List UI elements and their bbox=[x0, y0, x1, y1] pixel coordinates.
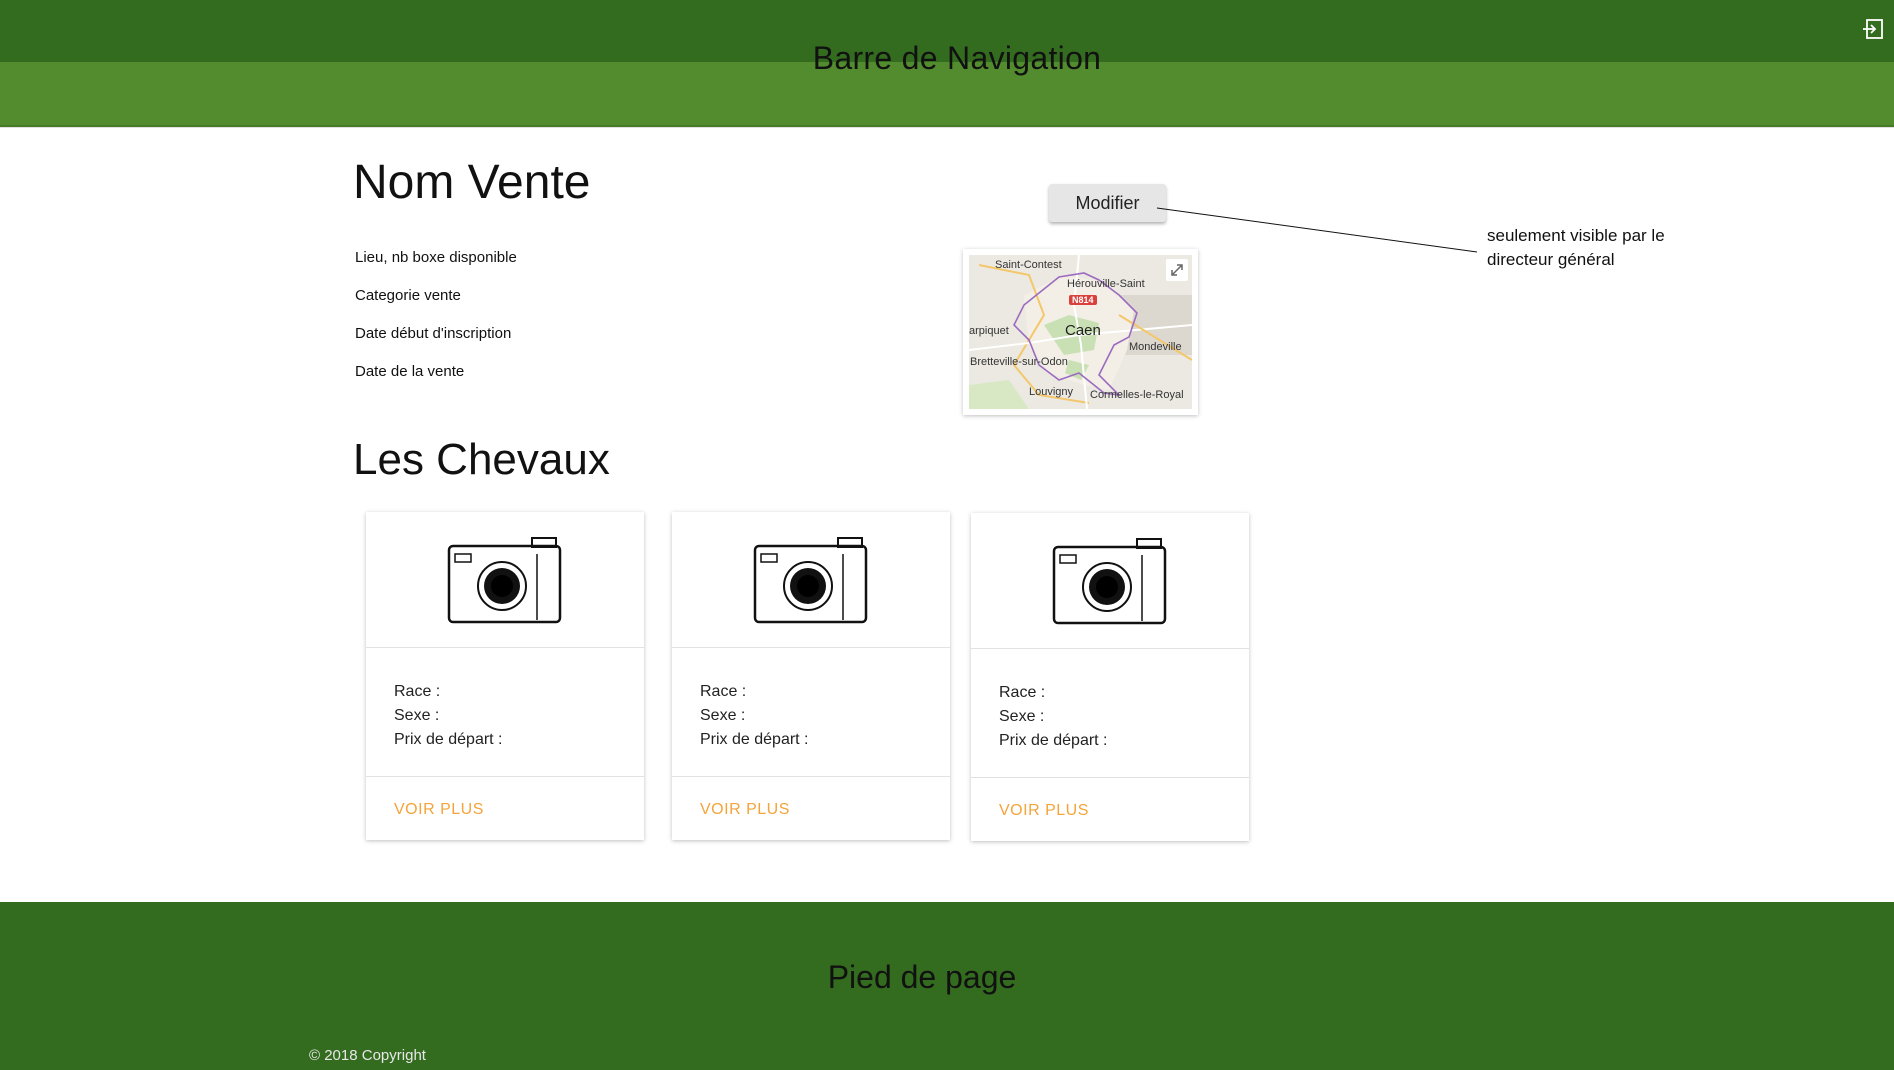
horse-starting-price: Prix de départ : bbox=[700, 731, 809, 748]
horse-starting-price: Prix de départ : bbox=[999, 732, 1108, 749]
annotation-connector bbox=[1156, 207, 1478, 253]
footer-title: Pied de page bbox=[827, 959, 1017, 995]
horse-race: Race : bbox=[999, 684, 1046, 701]
navigation-bar-shadow bbox=[0, 125, 1894, 128]
page-title: Nom Vente bbox=[353, 156, 591, 209]
sale-registration-date: Date début d'inscription bbox=[355, 325, 512, 342]
camera-icon bbox=[447, 537, 562, 624]
horse-details: Race : Sexe : Prix de départ : bbox=[999, 681, 1108, 753]
horse-starting-price: Prix de départ : bbox=[394, 731, 503, 748]
horse-race: Race : bbox=[700, 683, 747, 700]
horse-image bbox=[971, 513, 1249, 649]
see-more-link[interactable]: VOIR PLUS bbox=[700, 801, 790, 819]
card-divider bbox=[672, 776, 950, 777]
expand-icon[interactable] bbox=[1166, 259, 1188, 281]
card-divider bbox=[366, 776, 644, 777]
map-label-mondeville: Mondeville bbox=[1129, 341, 1182, 353]
horses-section-title: Les Chevaux bbox=[353, 435, 610, 484]
map-label-cormelles: Cormelles-le-Royal bbox=[1090, 389, 1184, 401]
map-label-caen: Caen bbox=[1065, 322, 1101, 339]
logout-icon[interactable] bbox=[1862, 18, 1884, 40]
footer: Pied de page © 2018 Copyright bbox=[0, 902, 1894, 1070]
map-label-herouville: Hérouville-Saint bbox=[1067, 278, 1145, 290]
annotation-note: seulement visible par le directeur génér… bbox=[1487, 226, 1665, 269]
map-label-carpiquet: arpiquet bbox=[969, 325, 1009, 337]
horse-sex: Sexe : bbox=[700, 707, 746, 724]
location-map[interactable]: Saint-Contest Hérouville-Saint N814 arpi… bbox=[963, 249, 1198, 415]
horse-sex: Sexe : bbox=[394, 707, 440, 724]
map-label-bretteville: Bretteville-sur-Odon bbox=[970, 356, 1068, 368]
see-more-link[interactable]: VOIR PLUS bbox=[999, 802, 1089, 820]
horse-image bbox=[366, 512, 644, 648]
card-divider bbox=[971, 777, 1249, 778]
horse-details: Race : Sexe : Prix de départ : bbox=[700, 680, 809, 752]
horse-card: Race : Sexe : Prix de départ : VOIR PLUS bbox=[672, 512, 950, 840]
horse-race: Race : bbox=[394, 683, 441, 700]
horse-details: Race : Sexe : Prix de départ : bbox=[394, 680, 503, 752]
map-road-badge: N814 bbox=[1069, 295, 1097, 305]
sale-location: Lieu, nb boxe disponible bbox=[355, 249, 517, 266]
navigation-title: Barre de Navigation bbox=[812, 40, 1102, 76]
horse-card: Race : Sexe : Prix de départ : VOIR PLUS bbox=[971, 513, 1249, 841]
camera-icon bbox=[1052, 538, 1167, 625]
horse-sex: Sexe : bbox=[999, 708, 1045, 725]
map-label-louvigny: Louvigny bbox=[1029, 386, 1074, 398]
horse-card: Race : Sexe : Prix de départ : VOIR PLUS bbox=[366, 512, 644, 840]
camera-icon bbox=[753, 537, 868, 624]
modify-button[interactable]: Modifier bbox=[1049, 184, 1166, 222]
sale-date: Date de la vente bbox=[355, 363, 465, 380]
sale-category: Categorie vente bbox=[355, 287, 461, 304]
map-canvas[interactable]: Saint-Contest Hérouville-Saint N814 arpi… bbox=[969, 255, 1192, 409]
navigation-bar: Barre de Navigation bbox=[0, 0, 1894, 128]
map-label-saint-contest: Saint-Contest bbox=[995, 259, 1062, 271]
see-more-link[interactable]: VOIR PLUS bbox=[394, 801, 484, 819]
horse-image bbox=[672, 512, 950, 648]
copyright-text: © 2018 Copyright bbox=[309, 1047, 426, 1064]
